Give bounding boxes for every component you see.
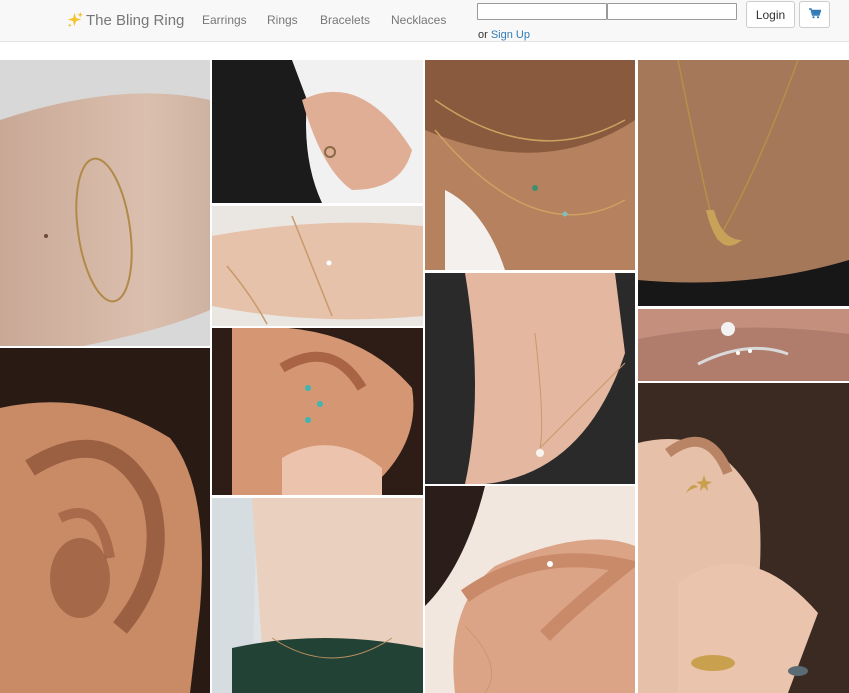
gallery-photo-pendant-necklace[interactable]	[425, 273, 635, 484]
navbar: The Bling Ring Earrings Rings Bracelets …	[0, 0, 849, 42]
gallery-photo-ring-black-fabric[interactable]	[212, 60, 423, 203]
gallery-photo-bracelet-wrist[interactable]	[0, 60, 210, 346]
gallery-photo-moon-necklace[interactable]	[638, 60, 849, 306]
gallery-photo-ear-closeup[interactable]	[0, 348, 210, 693]
nav-link-earrings[interactable]: Earrings	[202, 13, 247, 27]
signup-line: or Sign Up	[478, 29, 530, 41]
password-input[interactable]	[607, 3, 737, 20]
gallery-photo-diamond-ring[interactable]	[638, 309, 849, 381]
nav-link-necklaces[interactable]: Necklaces	[391, 13, 446, 27]
cart-button[interactable]	[799, 1, 830, 28]
signup-prefix: or	[478, 29, 491, 41]
nav-link-rings[interactable]: Rings	[267, 13, 298, 27]
nav-link-bracelets[interactable]: Bracelets	[320, 13, 370, 27]
gallery-photo-ear-studs[interactable]	[212, 328, 423, 495]
brand-name: The Bling Ring	[86, 11, 185, 29]
username-input[interactable]	[477, 3, 607, 20]
gallery-photo-neck-necklace[interactable]	[212, 498, 423, 693]
cart-icon	[808, 7, 821, 22]
gallery-photo-layered-necklaces[interactable]	[425, 60, 635, 270]
brand-link[interactable]: The Bling Ring	[66, 10, 184, 30]
login-button[interactable]: Login	[746, 1, 795, 28]
gallery-photo-thin-bracelets[interactable]	[212, 206, 423, 326]
sparkles-icon	[66, 11, 85, 30]
signup-link[interactable]: Sign Up	[491, 29, 530, 41]
gallery-photo-moon-earrings-rings[interactable]	[638, 383, 849, 693]
gallery-photo-rings-shoulder[interactable]	[425, 486, 635, 693]
